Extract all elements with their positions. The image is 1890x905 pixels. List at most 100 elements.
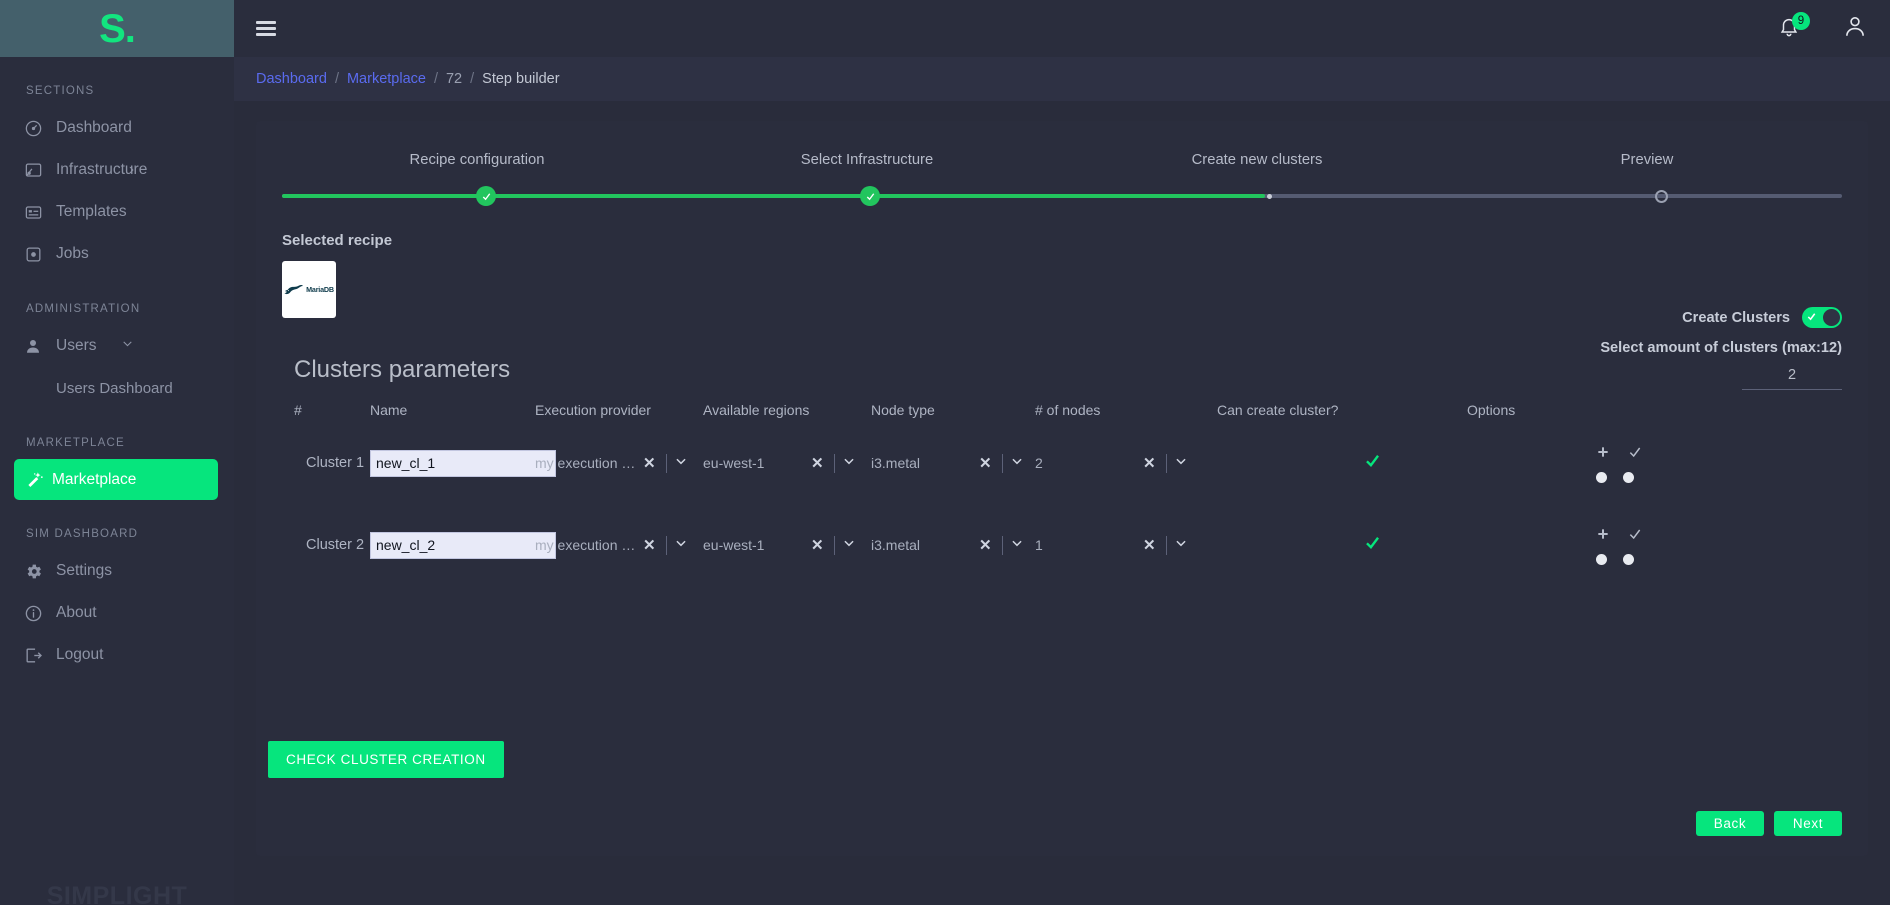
select-amount-field [1742, 363, 1842, 390]
column-header-provider: Execution provider [535, 402, 651, 418]
available-regions-select[interactable]: eu-west-1 ✕ [703, 535, 871, 555]
add-cluster-icon[interactable] [1595, 444, 1611, 460]
sidebar-item-about[interactable]: About [0, 592, 234, 634]
sidebar-item-users-dashboard[interactable]: Users Dashboard [0, 367, 234, 409]
sidebar-watermark: SIMPLIGHT [46, 882, 188, 905]
jobs-icon [22, 243, 44, 265]
sidebar-item-label: Dashboard [56, 119, 132, 136]
sidebar-item-dashboard[interactable]: Dashboard [0, 107, 234, 149]
node-type-value: i3.metal [871, 537, 921, 553]
confirm-cluster-icon[interactable] [1627, 444, 1643, 460]
selected-recipe-title: Selected recipe [282, 232, 393, 249]
step-node-4[interactable] [1651, 186, 1671, 206]
column-header-regions: Available regions [703, 402, 810, 418]
recipe-card-mariadb[interactable]: MariaDB [282, 261, 336, 318]
check-cluster-creation-button[interactable]: CHECK CLUSTER CREATION [268, 741, 504, 778]
divider [833, 453, 835, 473]
chevron-down-icon[interactable] [842, 536, 856, 555]
server-icon [22, 159, 44, 181]
add-cluster-icon[interactable] [1595, 526, 1611, 542]
circle-outline-icon [1654, 189, 1668, 203]
clear-icon[interactable]: ✕ [1140, 536, 1159, 554]
number-of-nodes-select[interactable]: 2 ✕ [1035, 453, 1217, 473]
chevron-down-icon[interactable] [842, 454, 856, 473]
clear-icon[interactable]: ✕ [808, 536, 827, 554]
gauge-icon [22, 117, 44, 139]
option-dot-icon-1[interactable] [1596, 471, 1607, 483]
table-row: Cluster 1 my execution … ✕ [282, 422, 1842, 504]
logo-text: S. [99, 6, 136, 51]
clear-icon[interactable]: ✕ [808, 454, 827, 472]
chevron-down-icon[interactable] [1010, 454, 1024, 473]
sidebar-item-logout[interactable]: Logout [0, 634, 234, 676]
stepper-track-progress [282, 194, 1265, 198]
option-dot-icon-1[interactable] [1596, 553, 1607, 565]
number-of-nodes-select[interactable]: 1 ✕ [1035, 535, 1217, 555]
breadcrumb-separator: / [433, 71, 438, 87]
cluster-amount-input[interactable] [1742, 363, 1842, 390]
gear-icon [22, 560, 44, 582]
breadcrumb-item-marketplace[interactable]: Marketplace [347, 71, 426, 87]
option-dot-icon-2[interactable] [1623, 471, 1634, 483]
chevron-down-icon[interactable] [1174, 454, 1188, 473]
check-icon [482, 192, 491, 200]
cluster-index-label: Cluster 2 [306, 537, 365, 553]
sidebar-item-label: Jobs [56, 245, 89, 262]
cluster-name-input[interactable] [370, 531, 556, 559]
node-type-select[interactable]: i3.metal ✕ [871, 535, 1035, 555]
step-node-2[interactable] [860, 186, 881, 206]
row-options-top [1595, 526, 1643, 542]
chevron-down-icon[interactable] [674, 454, 688, 473]
account-button[interactable] [1842, 13, 1868, 44]
clusters-parameters-table: # Name Execution provider Available regi… [282, 402, 1842, 586]
number-of-nodes-value: 1 [1035, 537, 1043, 553]
sidebar-item-settings[interactable]: Settings [0, 550, 234, 592]
stepper: Recipe configuration Select Infrastructu… [282, 152, 1842, 222]
back-button[interactable]: Back [1696, 811, 1764, 836]
table-head: # Name Execution provider Available regi… [282, 402, 1842, 422]
clear-icon[interactable]: ✕ [640, 536, 659, 554]
step-label-create-new-clusters: Create new clusters [1191, 152, 1323, 168]
step-node-1[interactable] [476, 186, 497, 206]
clear-icon[interactable]: ✕ [976, 454, 995, 472]
user-avatar-icon [1846, 16, 1864, 36]
table-row: Cluster 2 my execution … ✕ [282, 504, 1842, 586]
create-clusters-toggle[interactable] [1802, 307, 1842, 328]
clear-icon[interactable]: ✕ [1140, 454, 1159, 472]
breadcrumb-item-dashboard[interactable]: Dashboard [256, 71, 327, 87]
notifications-button[interactable]: 9 [1778, 11, 1810, 43]
sidebar: S. SECTIONS Dashboard Infrastructure › T… [0, 0, 234, 905]
row-options-top [1595, 444, 1643, 460]
next-button[interactable]: Next [1774, 811, 1842, 836]
chevron-down-icon[interactable] [1174, 536, 1188, 555]
available-regions-value: eu-west-1 [703, 455, 765, 471]
cluster-name-input[interactable] [370, 449, 556, 477]
sidebar-item-users[interactable]: Users [0, 325, 234, 367]
execution-provider-select[interactable]: my execution … ✕ [535, 535, 703, 555]
sidebar-item-label: About [56, 604, 97, 621]
chevron-down-icon[interactable] [1010, 536, 1024, 555]
app-logo[interactable]: S. [0, 0, 234, 57]
confirm-cluster-icon[interactable] [1627, 526, 1643, 542]
top-bar: 9 [234, 0, 1890, 57]
sidebar-item-jobs[interactable]: Jobs [0, 233, 234, 275]
stepper-track [282, 186, 1842, 206]
option-dot-icon-2[interactable] [1623, 553, 1634, 565]
hamburger-icon[interactable] [256, 18, 276, 40]
clear-icon[interactable]: ✕ [640, 454, 659, 472]
chevron-down-icon[interactable] [674, 536, 688, 555]
step-node-3[interactable] [1259, 186, 1279, 206]
sidebar-item-infrastructure[interactable]: Infrastructure › [0, 149, 234, 191]
available-regions-select[interactable]: eu-west-1 ✕ [703, 453, 871, 473]
execution-provider-select[interactable]: my execution … ✕ [535, 453, 703, 473]
sidebar-item-marketplace[interactable]: Marketplace [14, 459, 218, 500]
sidebar-group-label-sim-dashboard: SIM DASHBOARD [26, 528, 139, 540]
available-regions-value: eu-west-1 [703, 537, 765, 553]
sidebar-item-templates[interactable]: Templates [0, 191, 234, 233]
check-icon [1366, 454, 1379, 467]
column-header-options: Options [1467, 402, 1516, 418]
node-type-select[interactable]: i3.metal ✕ [871, 453, 1035, 473]
mariadb-logo: MariaDB [284, 284, 334, 296]
wand-icon [24, 469, 46, 491]
clear-icon[interactable]: ✕ [976, 536, 995, 554]
